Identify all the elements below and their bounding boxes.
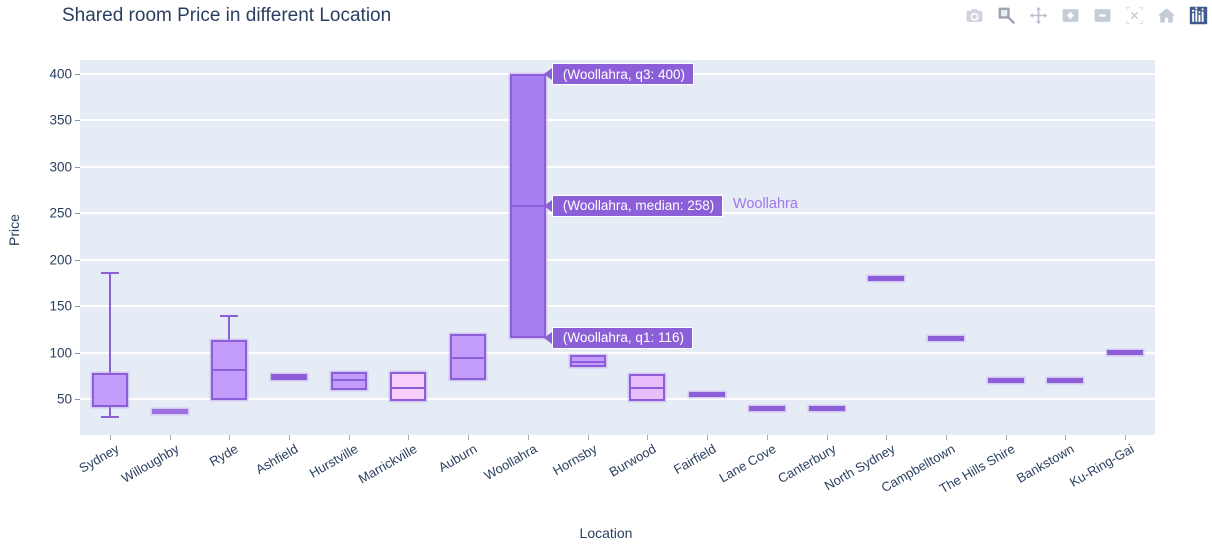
- x-axis-tick-mark: [1125, 435, 1127, 440]
- x-axis-tick-mark: [647, 435, 649, 440]
- x-axis-tick-mark: [468, 435, 470, 440]
- x-axis-tick-mark: [527, 435, 529, 440]
- zoom-in-icon[interactable]: [1060, 5, 1080, 25]
- x-axis-tick-mark: [886, 435, 888, 440]
- upper-whisker: [228, 315, 231, 340]
- y-axis-tick-label: 300: [49, 159, 72, 175]
- hover-label: (Woollahra, q3: 400): [543, 63, 694, 85]
- box-flat[interactable]: [748, 405, 785, 411]
- median-line: [569, 360, 606, 363]
- y-axis-tick-label: 250: [49, 205, 72, 221]
- zoom-icon[interactable]: [996, 5, 1016, 25]
- x-axis-tick-mark: [348, 435, 350, 440]
- y-axis-tick-label: 50: [56, 391, 72, 407]
- x-axis-tick-mark: [169, 435, 171, 440]
- median-line: [91, 405, 128, 408]
- gridline: [80, 119, 1155, 122]
- lower-whisker-cap: [100, 415, 119, 418]
- gridline: [80, 305, 1155, 308]
- hover-label: (Woollahra, median: 258): [543, 194, 724, 217]
- box-flat[interactable]: [868, 275, 905, 281]
- y-axis-tick-label: 150: [49, 298, 72, 314]
- upper-whisker-cap: [220, 315, 239, 318]
- y-axis-tick-label: 100: [49, 345, 72, 361]
- median-line: [211, 369, 248, 372]
- hover-trace-name: Woollahra: [732, 195, 798, 212]
- pan-icon[interactable]: [1028, 5, 1048, 25]
- y-axis-tick-mark: [75, 306, 80, 308]
- x-axis-tick-mark: [1065, 435, 1067, 440]
- x-axis-tick-mark: [707, 435, 709, 440]
- x-axis-tick-mark: [1005, 435, 1007, 440]
- gridline: [80, 165, 1155, 168]
- plotly-box-chart: Shared room Price in different Location: [0, 0, 1212, 545]
- x-axis-tick-mark: [587, 435, 589, 440]
- median-line: [390, 386, 427, 389]
- y-axis-tick-label: 200: [49, 252, 72, 268]
- download-plot-icon[interactable]: [964, 5, 984, 25]
- gridline: [80, 258, 1155, 261]
- x-axis-tick-mark: [289, 435, 291, 440]
- plotly-logo-icon[interactable]: [1188, 5, 1208, 25]
- y-axis-tick-mark: [75, 120, 80, 122]
- box-flat[interactable]: [927, 336, 964, 342]
- x-axis-tick-mark: [945, 435, 947, 440]
- y-axis-tick-mark: [75, 399, 80, 400]
- median-line: [330, 379, 367, 382]
- y-axis-title: Price: [6, 214, 22, 246]
- box-flat[interactable]: [987, 377, 1024, 383]
- median-line: [509, 204, 546, 207]
- y-axis-tick-label: 350: [49, 112, 72, 128]
- x-axis-tick-mark: [826, 435, 828, 440]
- y-axis-tick-mark: [75, 74, 80, 75]
- box-flat[interactable]: [808, 405, 845, 411]
- zoom-out-icon[interactable]: [1092, 5, 1112, 25]
- upper-whisker: [108, 271, 111, 373]
- x-axis-tick-mark: [408, 435, 410, 440]
- box-flat[interactable]: [1107, 350, 1144, 356]
- median-line: [629, 386, 666, 389]
- box-flat[interactable]: [1047, 377, 1084, 383]
- hover-label: (Woollahra, q1: 116): [543, 326, 693, 349]
- median-line: [271, 375, 308, 378]
- box-flat[interactable]: [151, 408, 188, 414]
- x-axis-tick-mark: [109, 435, 111, 440]
- y-axis-tick-label: 400: [49, 66, 72, 82]
- x-axis-tick-mark: [229, 435, 231, 440]
- page-title: Shared room Price in different Location: [62, 5, 392, 26]
- y-axis-tick-mark: [75, 352, 80, 354]
- plotly-modebar[interactable]: [964, 0, 1208, 30]
- upper-whisker-cap: [100, 271, 119, 274]
- box-flat[interactable]: [689, 391, 726, 397]
- box-body[interactable]: [91, 373, 128, 408]
- x-axis-tick-mark: [766, 435, 768, 440]
- y-axis-tick-mark: [75, 259, 80, 261]
- y-axis-tick-mark: [75, 166, 80, 168]
- y-axis-tick-mark: [75, 213, 80, 215]
- autoscale-icon[interactable]: [1124, 5, 1144, 25]
- x-axis-title: Location: [579, 525, 633, 541]
- median-line: [450, 357, 487, 360]
- reset-axes-home-icon[interactable]: [1156, 5, 1176, 25]
